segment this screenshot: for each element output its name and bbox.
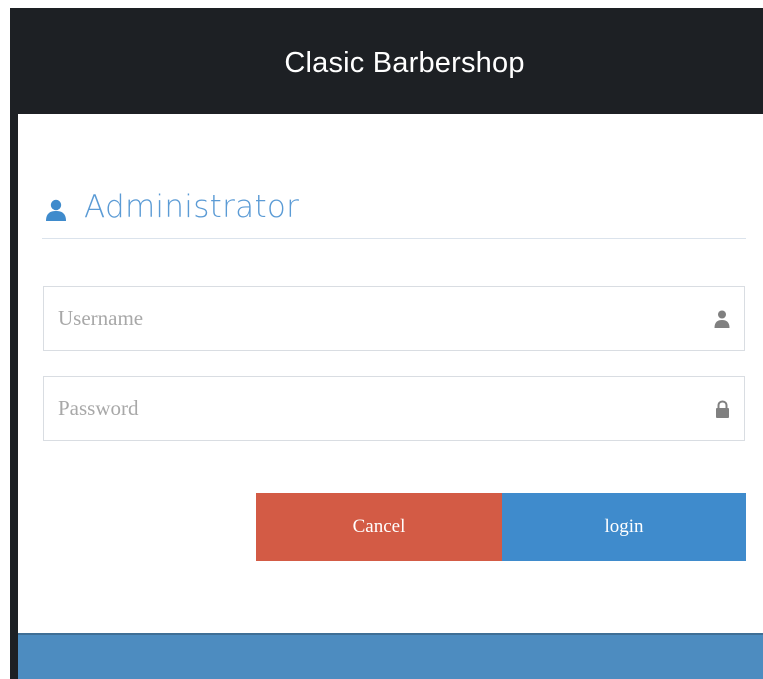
password-group bbox=[43, 376, 745, 441]
login-button[interactable]: login bbox=[502, 493, 746, 561]
user-icon bbox=[700, 287, 744, 350]
panel-title: Administrator bbox=[84, 189, 300, 225]
left-border bbox=[10, 114, 18, 679]
footer-bar bbox=[18, 633, 763, 679]
login-screen: Clasic Barbershop Administrator Username… bbox=[0, 0, 763, 679]
heading-divider bbox=[42, 238, 746, 239]
password-input[interactable] bbox=[44, 377, 700, 440]
panel-heading: Administrator bbox=[42, 180, 746, 238]
app-title: Clasic Barbershop bbox=[284, 46, 525, 79]
user-icon bbox=[42, 196, 70, 224]
username-group bbox=[43, 286, 745, 351]
lock-icon bbox=[700, 377, 744, 440]
cancel-button[interactable]: Cancel bbox=[256, 493, 502, 561]
app-header: Clasic Barbershop bbox=[10, 8, 763, 114]
username-input[interactable] bbox=[44, 287, 700, 350]
